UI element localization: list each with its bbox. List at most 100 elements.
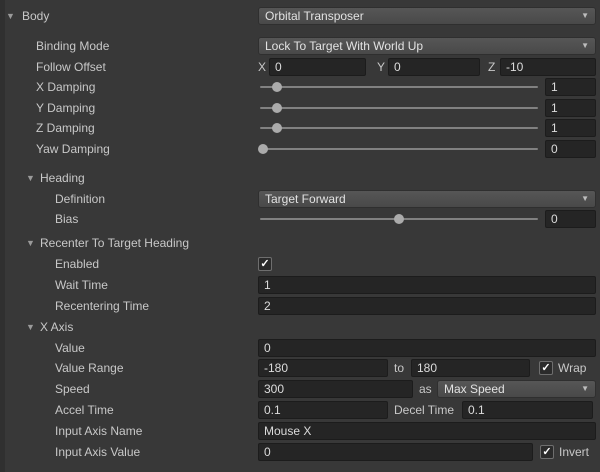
chevron-down-icon: ▼	[581, 42, 589, 50]
row-y-damping: Y Damping	[0, 98, 600, 118]
yaw-damping-slider[interactable]	[260, 139, 538, 159]
foldout-triangle-icon[interactable]: ▼	[26, 233, 35, 253]
z-damping-field[interactable]	[545, 119, 596, 137]
row-enabled: Enabled	[0, 254, 600, 274]
yaw-damping-label: Yaw Damping	[36, 139, 110, 159]
binding-mode-dropdown-value: Lock To Target With World Up	[265, 39, 423, 53]
input-axis-value-field[interactable]	[258, 443, 533, 461]
inspector-body-section: ▼ Body Orbital Transposer ▼ Binding Mode…	[0, 0, 600, 472]
z-damping-slider[interactable]	[260, 118, 538, 138]
decel-time-label: Decel Time	[394, 400, 454, 420]
x-damping-label: X Damping	[36, 77, 95, 97]
recentering-time-label: Recentering Time	[55, 296, 149, 316]
recenter-foldout-label[interactable]: Recenter To Target Heading	[40, 233, 189, 253]
value-range-min-field[interactable]	[258, 359, 388, 377]
row-recentering-time: Recentering Time	[0, 296, 600, 316]
row-value: Value	[0, 338, 600, 358]
wrap-label[interactable]: Wrap	[558, 358, 586, 378]
definition-label: Definition	[55, 189, 105, 209]
invert-checkbox[interactable]	[540, 445, 554, 459]
row-binding-mode: Binding Mode Lock To Target With World U…	[0, 36, 600, 56]
y-damping-field[interactable]	[545, 99, 596, 117]
slider-track	[260, 127, 538, 129]
y-damping-label: Y Damping	[36, 98, 95, 118]
row-bias: Bias	[0, 209, 600, 229]
definition-dropdown-value: Target Forward	[265, 192, 346, 206]
row-body: ▼ Body Orbital Transposer ▼	[0, 6, 600, 26]
slider-knob[interactable]	[272, 103, 282, 113]
enabled-label: Enabled	[55, 254, 99, 274]
row-yaw-damping: Yaw Damping	[0, 139, 600, 159]
slider-track	[260, 86, 538, 88]
speed-mode-dropdown[interactable]: Max Speed ▼	[437, 380, 596, 398]
speed-label: Speed	[55, 379, 90, 399]
y-damping-slider[interactable]	[260, 98, 538, 118]
body-type-dropdown-value: Orbital Transposer	[265, 9, 364, 23]
slider-knob[interactable]	[258, 144, 268, 154]
recentering-time-field[interactable]	[258, 297, 596, 315]
axis-x-label[interactable]: X	[258, 57, 266, 77]
bias-field[interactable]	[545, 210, 596, 228]
binding-mode-label: Binding Mode	[36, 36, 109, 56]
value-field[interactable]	[258, 339, 596, 357]
axis-y-label[interactable]: Y	[377, 57, 385, 77]
row-speed: Speed as Max Speed ▼	[0, 379, 600, 399]
slider-knob[interactable]	[272, 82, 282, 92]
foldout-triangle-icon[interactable]: ▼	[26, 317, 35, 337]
slider-track	[260, 148, 538, 150]
row-heading-foldout: ▼ Heading	[0, 168, 600, 188]
value-range-label: Value Range	[55, 358, 124, 378]
slider-knob[interactable]	[272, 123, 282, 133]
row-x-axis-foldout: ▼ X Axis	[0, 317, 600, 337]
follow-offset-y-field[interactable]	[388, 58, 480, 76]
row-x-damping: X Damping	[0, 77, 600, 97]
wrap-checkbox[interactable]	[539, 361, 553, 375]
x-damping-field[interactable]	[545, 78, 596, 96]
slider-knob[interactable]	[394, 214, 404, 224]
invert-label[interactable]: Invert	[559, 442, 589, 462]
body-type-dropdown[interactable]: Orbital Transposer ▼	[258, 7, 596, 25]
chevron-down-icon: ▼	[581, 385, 589, 393]
definition-dropdown[interactable]: Target Forward ▼	[258, 190, 596, 208]
follow-offset-z-field[interactable]	[500, 58, 596, 76]
follow-offset-x-field[interactable]	[269, 58, 366, 76]
wait-time-label: Wait Time	[55, 275, 108, 295]
row-wait-time: Wait Time	[0, 275, 600, 295]
x-axis-foldout-label[interactable]: X Axis	[40, 317, 73, 337]
row-definition: Definition Target Forward ▼	[0, 189, 600, 209]
row-recenter-foldout: ▼ Recenter To Target Heading	[0, 233, 600, 253]
chevron-down-icon: ▼	[581, 12, 589, 20]
foldout-triangle-icon[interactable]: ▼	[6, 6, 15, 26]
input-axis-value-label: Input Axis Value	[55, 442, 140, 462]
input-axis-name-field[interactable]	[258, 422, 596, 440]
value-range-to-label: to	[394, 358, 404, 378]
speed-as-label: as	[419, 379, 432, 399]
slider-track	[260, 107, 538, 109]
heading-foldout-label[interactable]: Heading	[40, 168, 85, 188]
yaw-damping-field[interactable]	[545, 140, 596, 158]
binding-mode-dropdown[interactable]: Lock To Target With World Up ▼	[258, 37, 596, 55]
value-range-max-field[interactable]	[411, 359, 530, 377]
input-axis-name-label: Input Axis Name	[55, 421, 142, 441]
accel-time-field[interactable]	[258, 401, 388, 419]
follow-offset-label: Follow Offset	[36, 57, 106, 77]
bias-label: Bias	[55, 209, 78, 229]
x-damping-slider[interactable]	[260, 77, 538, 97]
body-foldout-label[interactable]: Body	[22, 6, 49, 26]
axis-z-label[interactable]: Z	[488, 57, 495, 77]
wait-time-field[interactable]	[258, 276, 596, 294]
value-label: Value	[55, 338, 85, 358]
bias-slider[interactable]	[260, 209, 538, 229]
z-damping-label: Z Damping	[36, 118, 95, 138]
foldout-triangle-icon[interactable]: ▼	[26, 168, 35, 188]
speed-field[interactable]	[258, 380, 413, 398]
chevron-down-icon: ▼	[581, 195, 589, 203]
row-input-axis-name: Input Axis Name	[0, 421, 600, 441]
decel-time-field[interactable]	[462, 401, 593, 419]
enabled-checkbox[interactable]	[258, 257, 272, 271]
row-value-range: Value Range to Wrap	[0, 358, 600, 378]
row-follow-offset: Follow Offset X Y Z	[0, 57, 600, 77]
row-input-axis-value: Input Axis Value Invert	[0, 442, 600, 462]
speed-mode-dropdown-value: Max Speed	[444, 382, 505, 396]
row-accel-time: Accel Time Decel Time	[0, 400, 600, 420]
